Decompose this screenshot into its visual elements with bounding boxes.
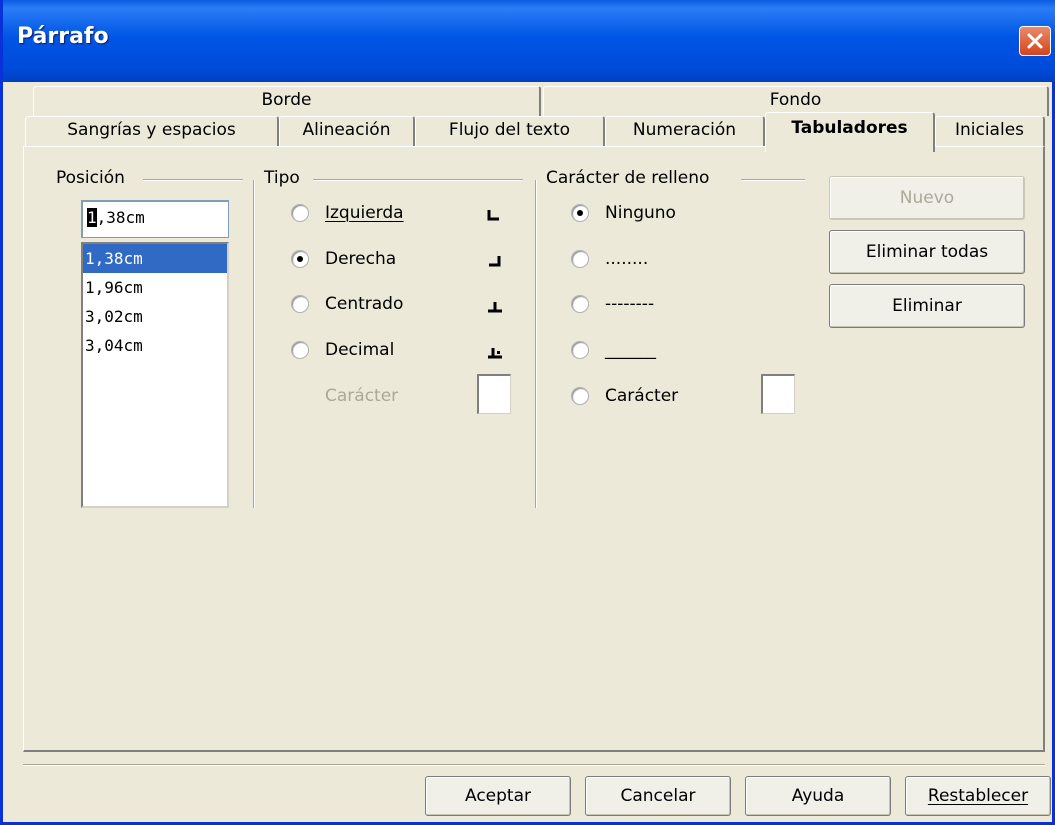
button-label: Restablecer (927, 786, 1029, 806)
radio-selected-dot (577, 210, 583, 216)
relleno-group-label: Carácter de relleno (543, 168, 713, 188)
radio-label: Decimal (325, 340, 395, 360)
list-item[interactable]: 1,96cm (83, 273, 227, 302)
button-label: Eliminar todas (865, 242, 989, 262)
relleno-caracter-input[interactable] (761, 374, 795, 414)
radio-label: Ninguno (605, 203, 676, 223)
radio-label: Carácter (605, 386, 679, 406)
tab-left-icon (487, 210, 499, 221)
radio-derecha[interactable]: Derecha (291, 249, 396, 269)
group-divider (253, 180, 255, 508)
radio-button[interactable] (291, 295, 309, 313)
text-cursor: 1 (87, 208, 97, 227)
tab-strip: Borde Fondo Sangrías y espacios Alineaci… (3, 82, 1055, 152)
ayuda-button[interactable]: Ayuda (745, 776, 891, 816)
tab-label: Sangrías y espacios (67, 120, 236, 140)
radio-guiones[interactable]: -------- (571, 294, 654, 314)
close-button[interactable] (1019, 26, 1051, 56)
footer-separator (23, 764, 1045, 766)
window-title: Párrafo (17, 24, 109, 49)
tab-label: Flujo del texto (448, 120, 571, 140)
group-rule (143, 179, 243, 181)
radio-subrayado[interactable]: ______ (571, 340, 656, 360)
tipo-group-label: Tipo (261, 168, 303, 188)
radio-label: Centrado (325, 294, 404, 314)
close-icon (1027, 33, 1043, 49)
tab-sangrias[interactable]: Sangrías y espacios (25, 116, 279, 148)
cancelar-button[interactable]: Cancelar (585, 776, 731, 816)
group-rule (741, 179, 805, 181)
tab-flujo-texto[interactable]: Flujo del texto (415, 116, 605, 148)
radio-button[interactable] (571, 387, 589, 405)
radio-selected-dot (297, 256, 303, 262)
title-bar[interactable]: Párrafo (3, 0, 1055, 82)
position-group-label: Posición (53, 168, 128, 188)
radio-decimal[interactable]: Decimal (291, 340, 394, 360)
tab-label: Fondo (769, 90, 822, 110)
tab-center-icon (488, 302, 502, 313)
radio-centrado[interactable]: Centrado (291, 294, 403, 314)
group-divider (535, 180, 537, 508)
radio-ninguno[interactable]: Ninguno (571, 203, 676, 223)
tab-right-icon (489, 256, 501, 267)
radio-label: Derecha (325, 249, 397, 269)
radio-button[interactable] (571, 295, 589, 313)
radio-button[interactable] (571, 204, 589, 222)
group-rule (313, 179, 523, 181)
position-list[interactable]: 1,38cm 1,96cm 3,02cm 3,04cm (81, 242, 229, 508)
nuevo-button[interactable]: Nuevo (829, 176, 1025, 220)
radio-button[interactable] (571, 341, 589, 359)
tab-label: Alineación (302, 120, 391, 140)
paragraph-dialog: Párrafo Borde Fondo Sangrías y espacios … (0, 0, 1055, 825)
tab-label: Borde (261, 90, 312, 110)
radio-label: -------- (605, 294, 655, 314)
tab-borde[interactable]: Borde (33, 86, 541, 116)
radio-label: Izquierda (325, 203, 404, 223)
position-input-value: 1,38cm (87, 208, 145, 227)
tab-decimal-icon (488, 348, 502, 359)
button-label: Nuevo (899, 188, 955, 208)
radio-button[interactable] (291, 341, 309, 359)
radio-label: ........ (605, 249, 649, 269)
button-label: Aceptar (465, 786, 531, 806)
position-input-text: ,38cm (96, 208, 145, 227)
tipo-caracter-label: Carácter (325, 386, 399, 406)
list-item[interactable]: 1,38cm (83, 244, 227, 273)
aceptar-button[interactable]: Aceptar (425, 776, 571, 816)
tab-numeracion[interactable]: Numeración (605, 116, 765, 148)
tab-label: Tabuladores (791, 118, 908, 138)
button-label: Cancelar (620, 786, 696, 806)
restablecer-button[interactable]: Restablecer (905, 776, 1051, 816)
list-item[interactable]: 3,02cm (83, 302, 227, 331)
tab-iniciales[interactable]: Iniciales (935, 116, 1045, 148)
radio-button[interactable] (291, 250, 309, 268)
radio-izquierda[interactable]: Izquierda (291, 203, 404, 223)
eliminar-button[interactable]: Eliminar (829, 284, 1025, 328)
button-label: Eliminar (892, 296, 962, 316)
tipo-caracter-input[interactable] (477, 374, 511, 414)
radio-label: ______ (605, 340, 656, 360)
tab-label: Numeración (632, 120, 737, 140)
list-item[interactable]: 3,04cm (83, 331, 227, 360)
radio-button[interactable] (571, 250, 589, 268)
position-input[interactable]: 1,38cm (81, 200, 229, 238)
button-label: Ayuda (791, 786, 845, 806)
radio-puntos[interactable]: ........ (571, 249, 648, 269)
radio-button[interactable] (291, 204, 309, 222)
eliminar-todas-button[interactable]: Eliminar todas (829, 230, 1025, 274)
radio-caracter[interactable]: Carácter (571, 386, 678, 406)
tab-alineacion[interactable]: Alineación (279, 116, 415, 148)
tab-label: Iniciales (954, 120, 1025, 140)
tab-tabuladores[interactable]: Tabuladores (765, 112, 935, 152)
